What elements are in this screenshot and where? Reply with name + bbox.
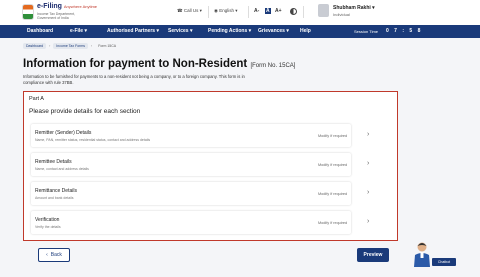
- section-title: Verification: [35, 217, 60, 223]
- section-remitter-details[interactable]: Remitter (Sender) Details Name, PAN, rem…: [31, 124, 369, 147]
- divider: [303, 6, 304, 18]
- brand-name: e-Filing: [37, 3, 62, 10]
- section-action: Modify if required: [318, 134, 348, 138]
- brand-subtitle: Income Tax Department, Government of Ind…: [37, 12, 76, 20]
- section-action: Modify if required: [318, 192, 348, 196]
- section-action: Modify if required: [318, 221, 348, 225]
- language-select[interactable]: ◉ English ▾: [214, 8, 237, 14]
- font-normal-button[interactable]: A: [265, 8, 271, 14]
- section-subtitle: Verify the details: [35, 225, 61, 229]
- section-title: Remitter (Sender) Details: [35, 130, 92, 136]
- preview-button[interactable]: Preview: [357, 248, 389, 262]
- main-nav: Dashboard e-File ▾ Authorised Partners ▾…: [0, 25, 480, 38]
- breadcrumb-income-tax-forms[interactable]: Income Tax Forms: [53, 43, 89, 49]
- top-header: e-Filing Anywhere Anytime Income Tax Depa…: [0, 0, 480, 25]
- chevron-right-icon: ›: [367, 189, 370, 196]
- avatar[interactable]: [318, 4, 329, 17]
- divider: [208, 6, 209, 18]
- breadcrumb-separator: ›: [91, 44, 93, 48]
- part-label: Part A: [29, 96, 44, 102]
- part-a-panel: Part A Please provide details for each s…: [23, 91, 398, 241]
- nav-services[interactable]: Services ▾: [168, 28, 192, 34]
- divider: [248, 6, 249, 18]
- back-button[interactable]: ‹ Back: [38, 248, 70, 262]
- chatbot-avatar-icon[interactable]: [412, 241, 432, 267]
- section-remittance-details[interactable]: Remittance Details Amount and bank detai…: [31, 182, 369, 205]
- breadcrumb-current: Form 15CA: [98, 44, 117, 48]
- breadcrumb-dashboard[interactable]: Dashboard: [23, 43, 47, 49]
- emblem-icon: [22, 4, 34, 20]
- nav-help[interactable]: Help: [300, 28, 311, 34]
- section-title: Remittance Details: [35, 188, 77, 194]
- chevron-right-icon: ›: [367, 160, 370, 167]
- chevron-right-icon: ›: [367, 131, 370, 138]
- chevron-right-icon: ›: [367, 218, 370, 225]
- font-decrease-button[interactable]: A-: [254, 8, 259, 14]
- nav-authorised-partners[interactable]: Authorised Partners ▾: [107, 28, 159, 34]
- breadcrumb: Dashboard › Income Tax Forms › Form 15CA: [23, 42, 119, 50]
- section-subtitle: Amount and bank details: [35, 196, 74, 200]
- session-time-value: 0 7 : 5 8: [386, 28, 423, 34]
- nav-pending-actions[interactable]: Pending Actions ▾: [208, 28, 251, 34]
- nav-grievances[interactable]: Grievances ▾: [258, 28, 289, 34]
- globe-icon: ◉: [214, 8, 218, 13]
- user-role: Individual: [333, 12, 350, 17]
- page-description: Information to be furnished for payments…: [23, 74, 245, 85]
- contrast-icon[interactable]: [290, 8, 297, 15]
- breadcrumb-separator: ›: [49, 44, 51, 48]
- section-remittee-details[interactable]: Remittee Details Name, contact and addre…: [31, 153, 369, 176]
- session-time-label: Session Time: [354, 29, 379, 34]
- section-subtitle: Name, contact and address details: [35, 167, 89, 171]
- section-title: Remittee Details: [35, 159, 72, 165]
- language-label: English: [219, 8, 234, 13]
- nav-efile[interactable]: e-File ▾: [70, 28, 87, 34]
- nav-dashboard[interactable]: Dashboard: [27, 28, 53, 34]
- page-title: Information for payment to Non-Resident …: [23, 58, 296, 70]
- efiling-logo[interactable]: e-Filing Anywhere Anytime Income Tax Depa…: [22, 3, 98, 22]
- brand-tagline: Anywhere Anytime: [63, 4, 98, 9]
- section-action: Modify if required: [318, 163, 348, 167]
- user-name[interactable]: Shubham Rakhi ▾: [333, 5, 375, 11]
- form-number: [Form No. 15CA]: [250, 63, 296, 69]
- chatbot-button[interactable]: Chatbot: [432, 258, 456, 266]
- call-us-label: Call Us: [183, 8, 199, 13]
- part-heading: Please provide details for each section: [29, 108, 141, 115]
- call-us-link[interactable]: ☎ Call Us ▾: [177, 8, 202, 14]
- section-subtitle: Name, PAN, remitter status, residential …: [35, 138, 151, 142]
- back-label: Back: [50, 252, 62, 258]
- font-increase-button[interactable]: A+: [275, 8, 282, 14]
- section-verification[interactable]: Verification Verify the details Modify i…: [31, 211, 369, 234]
- chevron-left-icon: ‹: [46, 252, 48, 258]
